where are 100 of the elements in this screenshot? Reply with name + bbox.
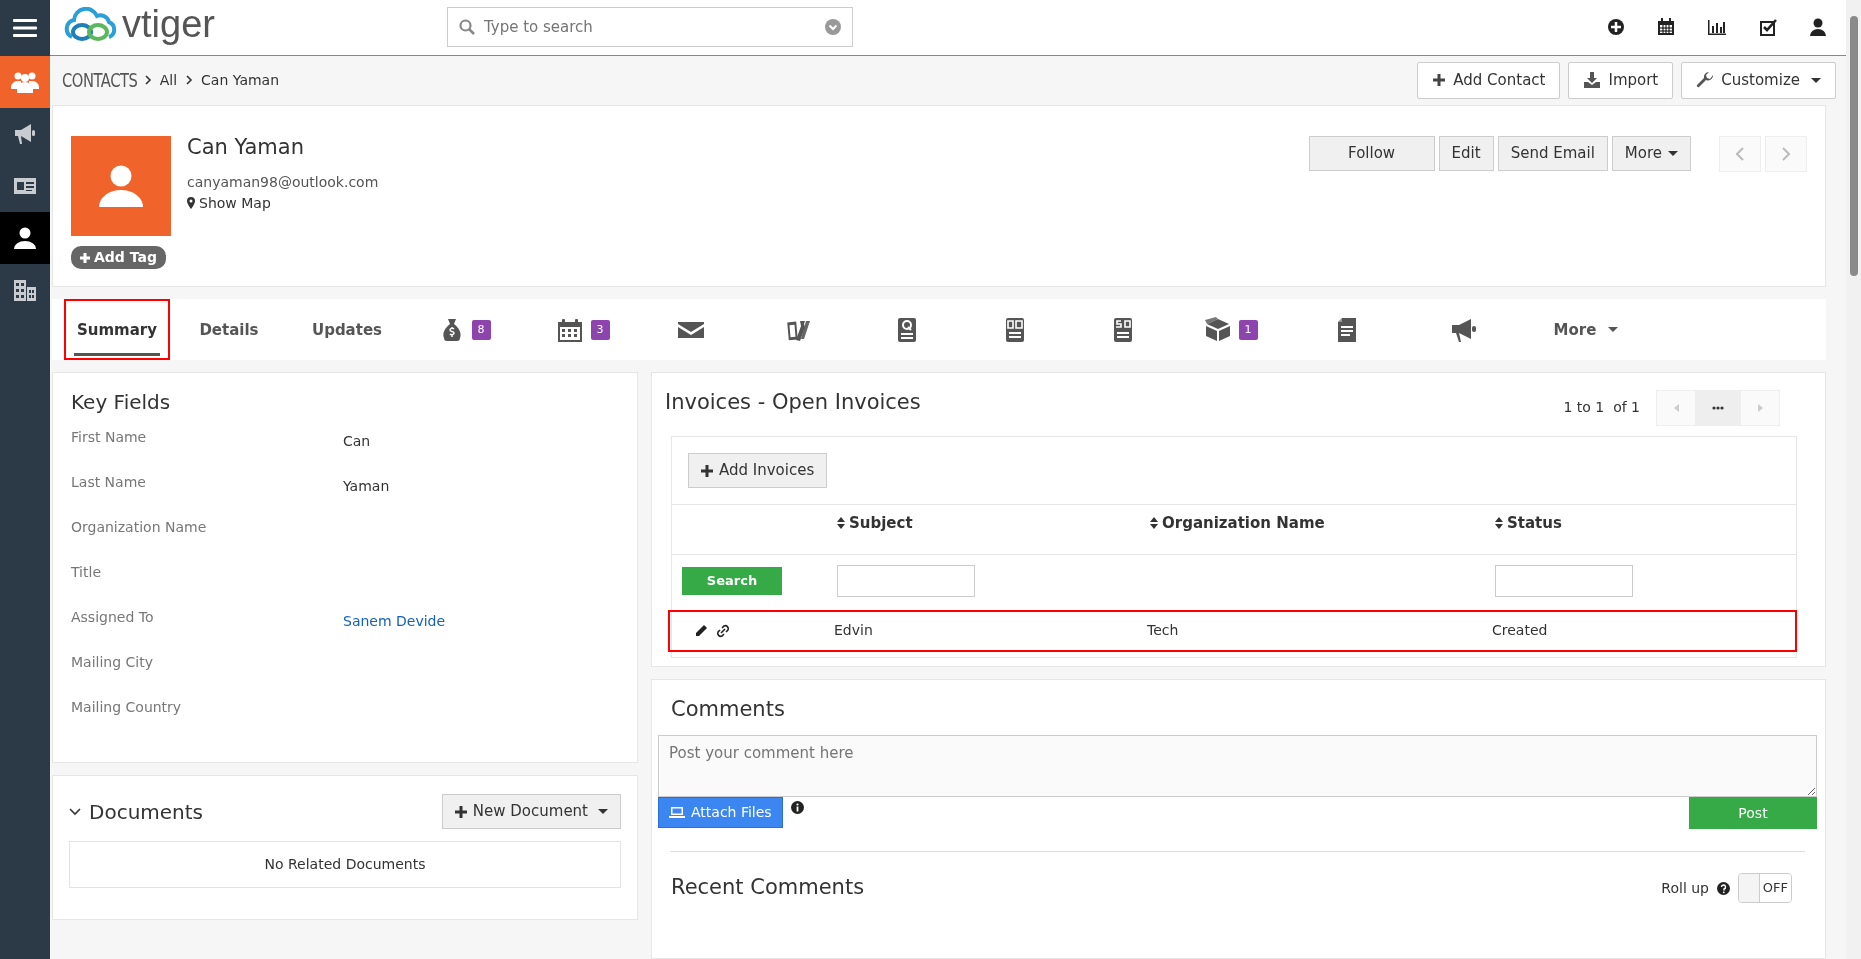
users-icon — [11, 71, 39, 93]
quote-document-icon — [897, 316, 917, 343]
calendar-icon[interactable] — [1657, 18, 1675, 37]
field-label: Assigned To — [71, 608, 155, 628]
chevron-right-icon — [1782, 147, 1790, 162]
info-icon — [790, 801, 804, 815]
plus-icon — [80, 252, 90, 263]
breadcrumb-item[interactable]: All — [159, 69, 178, 91]
count-badge: 1 — [1238, 319, 1258, 341]
email-text: canyaman98@outlook.com — [187, 172, 379, 192]
calendar-icon — [556, 317, 583, 342]
module-title[interactable]: CONTACTS — [62, 66, 138, 95]
caret-icon — [1608, 327, 1619, 333]
person-icon — [13, 227, 37, 249]
add-icon[interactable] — [1607, 18, 1625, 37]
help-icon — [1717, 881, 1730, 895]
caret-icon — [1811, 77, 1821, 83]
user-icon[interactable] — [1810, 18, 1826, 37]
person-icon — [98, 165, 144, 208]
section-title: Recent Comments — [671, 874, 865, 902]
checkbox-icon[interactable] — [1759, 17, 1778, 37]
attach-files-button[interactable]: Attach Files — [658, 797, 783, 829]
roll-up-label: Roll up — [1661, 878, 1709, 898]
table-cell-text: Tech — [1147, 621, 1180, 641]
search-field[interactable]: Type to search — [446, 7, 853, 48]
table-cell-text: Created — [1492, 621, 1549, 641]
roll-up-toggle[interactable]: OFF — [1738, 873, 1792, 904]
field-label: Mailing City — [71, 653, 154, 673]
comment-field[interactable]: Post your comment here — [658, 735, 1817, 798]
new-document-button[interactable]: New Document — [441, 794, 621, 829]
bar-chart-icon[interactable] — [1707, 18, 1727, 37]
icon-tab[interactable]: 1 — [1172, 299, 1290, 361]
field-label: Mailing Country — [71, 698, 183, 718]
record-action-button[interactable]: Send Email — [1497, 136, 1608, 171]
panel-title: Documents — [89, 798, 204, 826]
count-badge: 8 — [471, 319, 491, 341]
plus-icon — [454, 805, 467, 818]
purchase-order-icon — [1005, 316, 1025, 343]
megaphone-icon — [1451, 316, 1477, 343]
link-icon[interactable] — [716, 624, 730, 638]
header-action-button[interactable]: Import — [1568, 62, 1674, 99]
tab[interactable]: Details — [170, 299, 288, 361]
caret-right-icon — [1757, 404, 1763, 413]
caret-icon — [598, 809, 608, 815]
field-label: Organization Name — [71, 518, 208, 538]
dropdown-icon — [824, 19, 841, 36]
chevron-icon — [185, 74, 194, 87]
field-value: Yaman — [343, 477, 390, 497]
contact-card-icon — [13, 176, 37, 196]
tab[interactable]: More — [1524, 299, 1648, 361]
plus-icon — [1432, 73, 1447, 88]
show-map-link[interactable]: Show Map — [187, 192, 271, 214]
header-action-button[interactable]: Customize — [1681, 62, 1836, 99]
building-icon — [13, 279, 37, 301]
field-label: First Name — [71, 428, 148, 448]
filter-field[interactable] — [837, 565, 975, 597]
box-icon — [1204, 316, 1231, 343]
field-label: Title — [71, 563, 102, 583]
sidebar-item[interactable] — [0, 212, 50, 264]
chevron-icon — [143, 74, 152, 87]
table-row[interactable]: Edvin Tech Created — [669, 611, 1796, 651]
panel-title: Key Fields — [71, 389, 172, 417]
record-action-button[interactable]: Follow — [1308, 136, 1435, 171]
record-action-button[interactable]: Edit — [1438, 136, 1494, 171]
tab[interactable]: Updates — [288, 299, 406, 361]
document-icon — [1337, 316, 1357, 343]
panel-title: Invoices - Open Invoices — [665, 389, 921, 417]
record-name: Can Yaman — [187, 134, 305, 162]
search-icon — [458, 19, 475, 36]
logo-text: vtiger — [122, 5, 215, 44]
icon-tab[interactable]: 3 — [524, 299, 642, 361]
caret-icon — [1668, 150, 1678, 156]
add-tag-button[interactable]: Add Tag — [71, 246, 166, 270]
column-header[interactable]: Organization Name — [1150, 511, 1325, 535]
laptop-icon — [669, 807, 685, 819]
pencil-icon[interactable] — [695, 624, 708, 637]
caret-left-icon — [1673, 404, 1679, 413]
record-action-button[interactable]: More — [1611, 136, 1691, 171]
chevron-left-icon — [1736, 147, 1744, 162]
panel-title: Comments — [671, 696, 786, 723]
sort-icon — [837, 516, 845, 529]
column-header[interactable]: Status — [1495, 511, 1562, 535]
field-link[interactable]: Sanem Devide — [343, 611, 446, 633]
column-header[interactable]: Subject — [837, 511, 913, 535]
sort-icon — [1495, 516, 1503, 529]
wrench-icon — [1696, 71, 1715, 90]
sort-icon — [1150, 516, 1158, 529]
field-label: Last Name — [71, 473, 147, 493]
field-value: Can — [343, 432, 371, 452]
table-cell-text: Edvin — [834, 621, 874, 641]
count-badge: 3 — [590, 319, 610, 341]
scrollbar-thumb[interactable] — [1849, 16, 1858, 276]
icon-tab[interactable]: 8 — [406, 299, 524, 361]
tab[interactable]: Summary — [64, 299, 170, 361]
empty-message: No Related Documents — [69, 841, 621, 888]
chevron-down-icon[interactable] — [69, 807, 81, 816]
plus-icon — [701, 464, 713, 477]
header-action-button[interactable]: Add Contact — [1417, 62, 1561, 99]
filter-field[interactable] — [1495, 565, 1633, 597]
add-invoices-button[interactable]: Add Invoices — [688, 453, 828, 488]
